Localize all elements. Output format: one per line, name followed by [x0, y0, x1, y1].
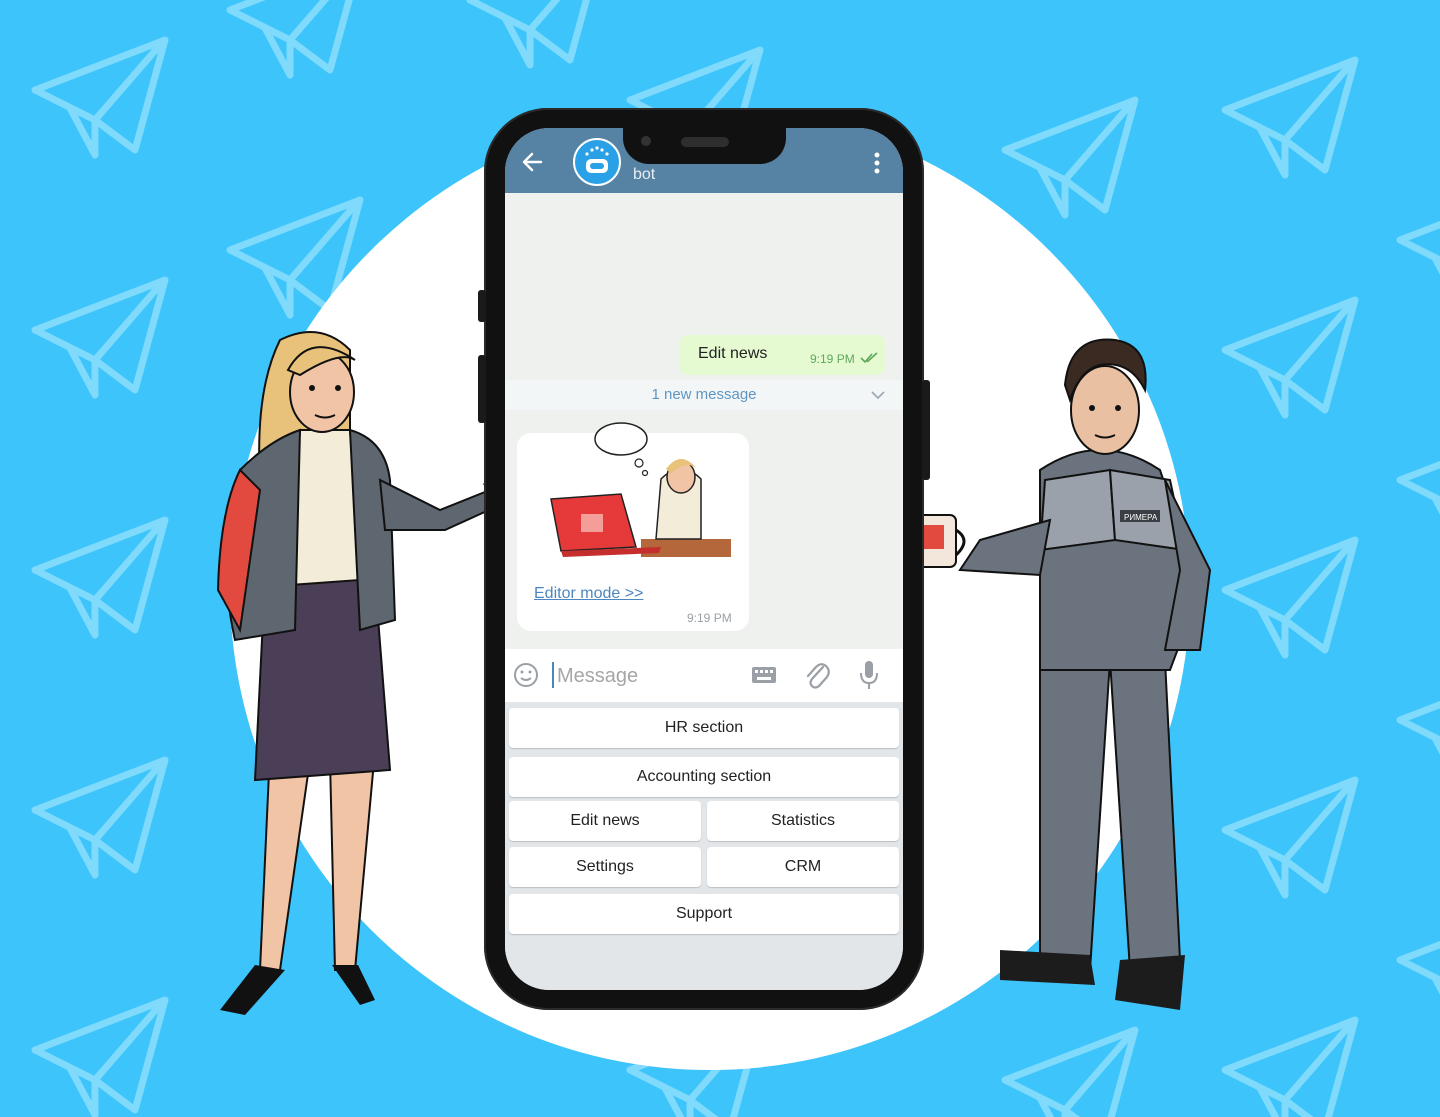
settings-button[interactable]: Settings	[509, 847, 701, 887]
phone-notch	[623, 128, 786, 164]
incoming-message-bubble[interactable]: Editor mode >> 9:19 PM	[517, 422, 749, 631]
chevron-down-icon[interactable]	[871, 390, 885, 400]
phone-silent-switch	[478, 290, 486, 322]
statistics-button[interactable]: Statistics	[707, 801, 899, 841]
crm-button[interactable]: CRM	[707, 847, 899, 887]
accounting-section-button[interactable]: Accounting section	[509, 757, 899, 797]
new-messages-divider: 1 new message	[505, 380, 903, 410]
edit-news-button[interactable]: Edit news	[509, 801, 701, 841]
microphone-icon[interactable]	[857, 659, 881, 691]
phone-power-button	[922, 380, 930, 480]
new-messages-label: 1 new message	[651, 386, 757, 403]
double-check-icon	[860, 352, 878, 364]
outgoing-message-time: 9:19 PM	[810, 352, 855, 366]
incoming-message-time: 9:19 PM	[687, 611, 732, 625]
editor-mode-link[interactable]: Editor mode >>	[534, 585, 643, 603]
chat-title[interactable]: bot	[633, 166, 655, 184]
front-camera	[641, 136, 651, 146]
message-input-bar	[505, 649, 903, 702]
mug-brand-label: РИМЕРА	[1124, 513, 1158, 522]
support-button[interactable]: Support	[509, 894, 899, 934]
emoji-icon[interactable]	[512, 661, 540, 689]
message-input[interactable]	[555, 659, 749, 693]
chat-messages-area: Edit news 9:19 PM 1 new message Editor m…	[505, 193, 903, 649]
bot-reply-keyboard: HR section Accounting section Edit news …	[505, 702, 903, 990]
outgoing-message-text: Edit news	[698, 345, 768, 362]
robot-icon	[585, 146, 609, 173]
earpiece-speaker	[681, 137, 729, 147]
bot-avatar[interactable]	[573, 138, 621, 186]
back-arrow-icon[interactable]	[519, 148, 547, 176]
man-character-illustration: РИМЕРА	[911, 338, 1212, 1010]
more-options-icon[interactable]	[869, 150, 885, 176]
keyboard-icon[interactable]	[751, 665, 777, 685]
phone-screen: bot Edit news 9:19 PM 1 new message Edit…	[505, 128, 903, 990]
woman-character-illustration	[216, 331, 512, 1015]
editor-mode-illustration	[550, 422, 731, 557]
paperclip-icon[interactable]	[803, 659, 831, 691]
phone-volume-button	[478, 355, 486, 423]
outgoing-message-bubble[interactable]: Edit news 9:19 PM	[680, 335, 885, 375]
text-cursor	[552, 662, 554, 688]
hr-section-button[interactable]: HR section	[509, 708, 899, 748]
